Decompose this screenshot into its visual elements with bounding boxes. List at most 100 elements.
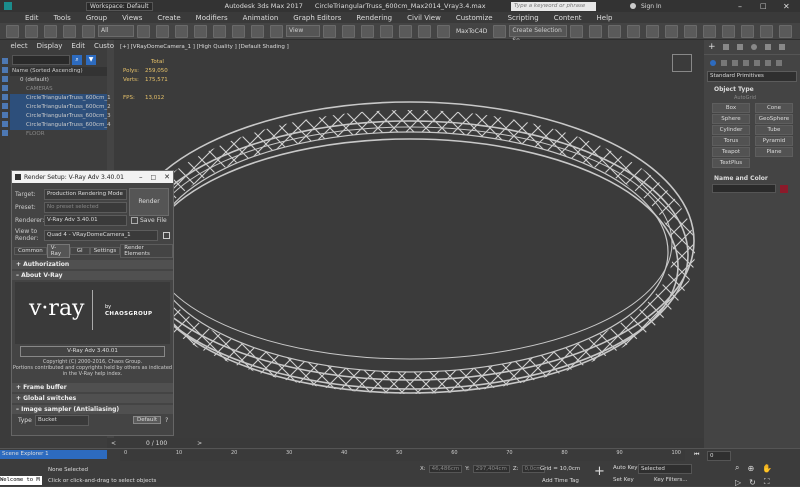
menu-civil-view[interactable]: Civil View	[407, 14, 441, 22]
scene-explorer-tab[interactable]: Scene Explorer 1	[0, 450, 107, 459]
tab-render-elements[interactable]: Render Elements	[120, 244, 173, 258]
motion-tab-icon[interactable]	[750, 44, 757, 50]
set-key-button[interactable]: Set Key	[613, 477, 634, 483]
rendered-frame-window-icon[interactable]	[741, 24, 755, 38]
selection-filter-dropdown[interactable]: All	[98, 25, 134, 37]
menu-customize[interactable]: Customize	[456, 14, 493, 22]
pivot-center-icon[interactable]	[323, 24, 336, 38]
dialog-maximize-button[interactable]: □	[150, 174, 156, 181]
torus-button[interactable]: Torus	[712, 136, 750, 146]
section-image-sampler[interactable]: – Image sampler (Antialiasing)	[12, 405, 173, 414]
reference-coord-dropdown[interactable]: View	[286, 25, 320, 37]
list-item[interactable]: CircleTriangularTruss_600cm_3	[0, 112, 111, 121]
maximize-button[interactable]: □	[760, 2, 767, 10]
textplus-button[interactable]: TextPlus	[712, 158, 750, 168]
explorer-tool-icon[interactable]	[2, 130, 8, 136]
viewcube[interactable]	[672, 54, 692, 72]
box-button[interactable]: Box	[712, 103, 750, 113]
move-icon[interactable]	[213, 24, 226, 38]
selection-set-dropdown[interactable]: Create Selection Se	[509, 25, 568, 44]
explorer-tool-icon[interactable]	[2, 67, 8, 73]
unlink-icon[interactable]	[63, 24, 76, 38]
list-item[interactable]: CircleTriangularTruss_600cm_1	[0, 94, 111, 103]
orbit-icon[interactable]: ↻	[749, 478, 756, 487]
search-input[interactable]: Type a keyword or phrase	[511, 1, 596, 11]
render-production-icon[interactable]	[760, 24, 774, 38]
current-frame-field[interactable]: 0	[707, 451, 731, 461]
maxscript-listener[interactable]: Welcome to M	[0, 476, 42, 485]
shapes-icon[interactable]	[721, 59, 727, 66]
geosphere-button[interactable]: GeoSphere	[755, 114, 793, 124]
menu-group[interactable]: Group	[86, 14, 107, 22]
explorer-search-input[interactable]	[12, 54, 70, 65]
tab-vray[interactable]: V-Ray	[46, 244, 70, 258]
cylinder-button[interactable]: Cylinder	[712, 125, 750, 135]
list-item[interactable]: 0 (default)	[0, 76, 107, 85]
autogrid-checkbox[interactable]: AutoGrid	[704, 95, 800, 103]
curve-editor-icon[interactable]	[665, 24, 679, 38]
filter-icon[interactable]: ▼	[86, 54, 96, 65]
explorer-tool-icon[interactable]	[2, 85, 8, 91]
help-icon[interactable]: ?	[165, 417, 168, 424]
tube-button[interactable]: Tube	[755, 125, 793, 135]
y-coordinate[interactable]: 297,404cm	[472, 465, 510, 473]
explorer-tool-icon[interactable]	[2, 94, 8, 100]
lock-icon[interactable]	[163, 231, 170, 239]
menu-animation[interactable]: Animation	[243, 14, 279, 22]
material-editor-icon[interactable]	[703, 24, 717, 38]
menu-modifiers[interactable]: Modifiers	[196, 14, 228, 22]
place-icon[interactable]	[270, 24, 283, 38]
snap-toggle-icon[interactable]	[380, 24, 393, 38]
ribbon-icon[interactable]	[646, 24, 660, 38]
tab-settings[interactable]: Settings	[89, 247, 121, 255]
systems-icon[interactable]	[776, 59, 782, 66]
section-frame-buffer[interactable]: + Frame buffer	[12, 383, 173, 392]
list-item[interactable]: FLOOR	[0, 130, 107, 139]
minimize-button[interactable]: –	[738, 2, 742, 11]
render-setup-titlebar[interactable]: Render Setup: V-Ray Adv 3.40.01 – □ ✕	[12, 171, 173, 183]
name-and-color-header[interactable]: Name and Color	[704, 175, 800, 184]
explorer-tool-icon[interactable]	[2, 112, 8, 118]
sampler-type-dropdown[interactable]: Bucket	[35, 414, 89, 426]
rect-selection-icon[interactable]	[175, 24, 188, 38]
object-type-header[interactable]: Object Type	[704, 86, 800, 95]
circular-truss-render[interactable]	[114, 40, 704, 438]
edit-named-selection-icon[interactable]	[493, 24, 507, 38]
list-item[interactable]: CAMERAS	[0, 85, 107, 94]
lights-icon[interactable]	[732, 59, 738, 66]
angle-snap-icon[interactable]	[399, 24, 412, 38]
render-setup-icon[interactable]	[722, 24, 736, 38]
preset-dropdown[interactable]: No preset selected	[44, 202, 127, 213]
renderer-dropdown[interactable]: V-Ray Adv 3.40.01	[44, 215, 127, 226]
rotate-icon[interactable]	[232, 24, 245, 38]
layer-explorer-icon[interactable]	[627, 24, 641, 38]
helpers-icon[interactable]	[754, 59, 760, 66]
section-global-switches[interactable]: + Global switches	[12, 394, 173, 403]
x-coordinate[interactable]: 46,486cm	[428, 465, 463, 473]
window-crossing-icon[interactable]	[194, 24, 207, 38]
geometry-icon[interactable]	[710, 59, 716, 66]
section-about-vray[interactable]: – About V-Ray	[12, 271, 173, 280]
save-file-checkbox[interactable]	[131, 217, 138, 224]
explorer-tool-icon[interactable]	[2, 76, 8, 82]
menu-content[interactable]: Content	[554, 14, 582, 22]
hierarchy-tab-icon[interactable]	[736, 44, 743, 50]
prev-frame-button[interactable]: <	[111, 440, 116, 447]
next-frame-button[interactable]: >	[197, 440, 202, 447]
explorer-column-header[interactable]: Name (Sorted Ascending)	[0, 67, 107, 76]
cone-button[interactable]: Cone	[755, 103, 793, 113]
bind-space-warp-icon[interactable]	[82, 24, 95, 38]
select-object-icon[interactable]	[137, 24, 150, 38]
explorer-menu-edit[interactable]: Edit	[71, 42, 85, 50]
align-icon[interactable]	[589, 24, 603, 38]
menu-edit[interactable]: Edit	[25, 14, 39, 22]
object-name-field[interactable]	[712, 184, 776, 193]
menu-create[interactable]: Create	[157, 14, 180, 22]
workspace-dropdown[interactable]: Workspace: Default	[86, 1, 153, 11]
dialog-minimize-button[interactable]: –	[139, 173, 143, 181]
redo-icon[interactable]	[25, 24, 38, 38]
teapot-button[interactable]: Teapot	[712, 147, 750, 157]
select-manipulate-icon[interactable]	[342, 24, 355, 38]
utilities-tab-icon[interactable]	[778, 44, 785, 50]
sign-in-link[interactable]: Sign In	[641, 3, 662, 10]
